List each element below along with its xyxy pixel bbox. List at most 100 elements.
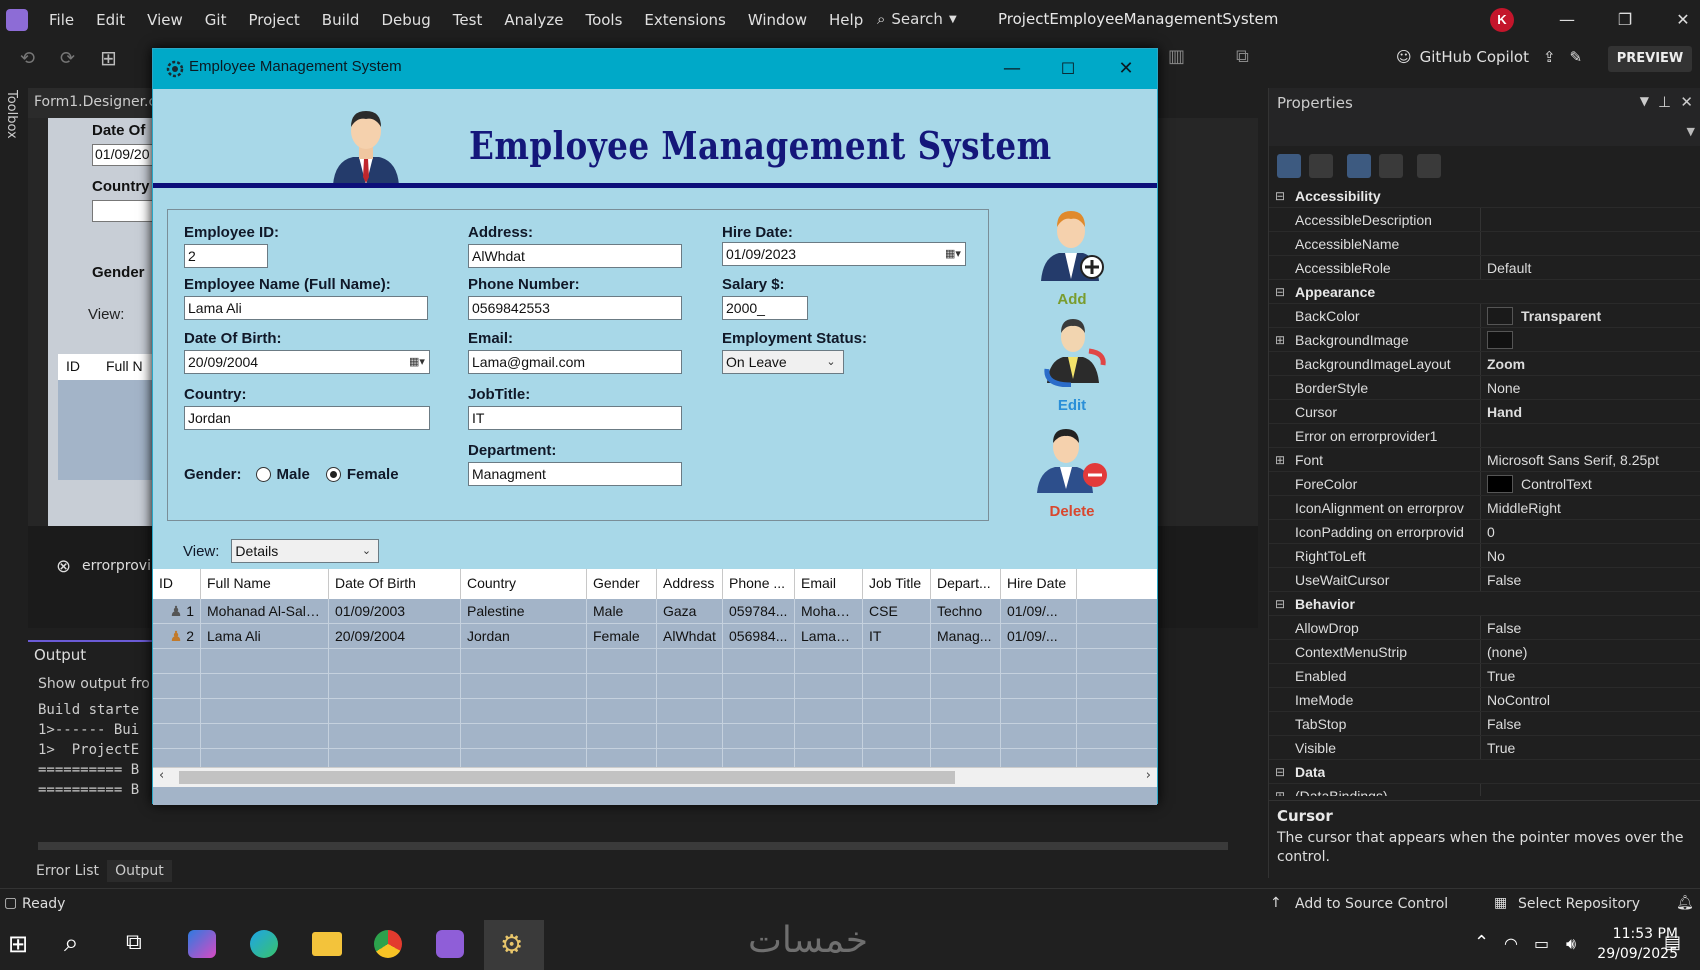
- property-value[interactable]: False: [1481, 616, 1700, 639]
- grid-cell[interactable]: 056984...: [723, 624, 795, 648]
- grid-column-header[interactable]: Phone ...: [723, 569, 795, 599]
- menu-help[interactable]: Help: [818, 0, 874, 40]
- toolbox-strip[interactable]: Toolbox: [0, 78, 24, 888]
- property-value[interactable]: Microsoft Sans Serif, 8.25pt: [1481, 448, 1700, 471]
- grid-cell[interactable]: [1001, 674, 1077, 698]
- property-pages-icon[interactable]: [1417, 154, 1441, 178]
- property-value[interactable]: Zoom: [1481, 352, 1700, 375]
- alphabetical-icon[interactable]: [1309, 154, 1333, 178]
- notification-center-icon[interactable]: ▤: [1664, 932, 1681, 953]
- expand-icon[interactable]: ⊞: [1269, 328, 1291, 351]
- grid-column-header[interactable]: Country: [461, 569, 587, 599]
- wifi-icon[interactable]: ◠: [1504, 934, 1518, 953]
- grid-cell[interactable]: Male: [587, 599, 657, 623]
- collapse-icon[interactable]: ⊟: [1269, 592, 1291, 615]
- grid-cell[interactable]: [201, 649, 329, 673]
- property-row[interactable]: BackColor Transparent: [1269, 304, 1700, 328]
- notifications-icon[interactable]: 🔔︎: [1676, 895, 1694, 911]
- menu-edit[interactable]: Edit: [85, 0, 136, 40]
- grid-cell[interactable]: [587, 724, 657, 748]
- job-title-input[interactable]: IT: [468, 406, 682, 430]
- grid-cell[interactable]: 01/09/...: [1001, 599, 1077, 623]
- copilot-button[interactable]: ☺ GitHub Copilot ⇪ ✎: [1396, 48, 1582, 66]
- property-value[interactable]: 0: [1481, 520, 1700, 543]
- app-taskbar-icon[interactable]: ⚙: [500, 930, 523, 960]
- grid-cell[interactable]: [1001, 699, 1077, 723]
- align-icon[interactable]: ⧉: [1236, 46, 1249, 67]
- grid-cell[interactable]: ♟ 1: [153, 599, 201, 623]
- app-close-button[interactable]: ✕: [1109, 57, 1143, 81]
- property-row[interactable]: AllowDrop False: [1269, 616, 1700, 640]
- panel-close-icon[interactable]: ✕: [1680, 93, 1693, 111]
- grid-cell[interactable]: Mohana...: [795, 599, 863, 623]
- property-row[interactable]: AccessibleDescription: [1269, 208, 1700, 232]
- grid-cell[interactable]: [461, 724, 587, 748]
- menu-tools[interactable]: Tools: [574, 0, 633, 40]
- grid-cell[interactable]: [657, 674, 723, 698]
- grid-cell[interactable]: [329, 724, 461, 748]
- grid-cell[interactable]: [329, 674, 461, 698]
- property-row[interactable]: ⊞ BackgroundImage: [1269, 328, 1700, 352]
- property-value[interactable]: [1481, 424, 1700, 447]
- empty-row[interactable]: [153, 724, 1157, 749]
- tray-chevron-icon[interactable]: ⌃: [1474, 932, 1489, 953]
- menu-debug[interactable]: Debug: [370, 0, 441, 40]
- empty-row[interactable]: [153, 699, 1157, 724]
- tab-error-list[interactable]: Error List: [28, 860, 107, 882]
- grid-cell[interactable]: [931, 699, 1001, 723]
- property-value[interactable]: False: [1481, 712, 1700, 735]
- gender-female-label[interactable]: Female: [347, 466, 399, 483]
- property-category[interactable]: ⊟ Accessibility: [1269, 184, 1700, 208]
- grid-cell[interactable]: Manag...: [931, 624, 1001, 648]
- property-row[interactable]: Error on errorprovider1: [1269, 424, 1700, 448]
- property-value[interactable]: Hand: [1481, 400, 1700, 423]
- phone-input[interactable]: 0569842553: [468, 296, 682, 320]
- grid-cell[interactable]: [201, 699, 329, 723]
- grid-cell[interactable]: [723, 699, 795, 723]
- grid-cell[interactable]: [587, 674, 657, 698]
- panel-dropdown-icon[interactable]: ▼: [1640, 94, 1649, 108]
- search-box[interactable]: ⌕ Search ▼: [877, 10, 957, 28]
- property-category[interactable]: ⊟ Behavior: [1269, 592, 1700, 616]
- menu-analyze[interactable]: Analyze: [493, 0, 574, 40]
- grid-cell[interactable]: [461, 649, 587, 673]
- file-explorer-icon[interactable]: [312, 932, 342, 956]
- property-row[interactable]: ContextMenuStrip (none): [1269, 640, 1700, 664]
- grid-column-header[interactable]: Hire Date: [1001, 569, 1077, 599]
- grid-cell[interactable]: [153, 674, 201, 698]
- email-input[interactable]: Lama@gmail.com: [468, 350, 682, 374]
- salary-input[interactable]: 2000_: [722, 296, 808, 320]
- grid-column-header[interactable]: Depart...: [931, 569, 1001, 599]
- property-row[interactable]: IconPadding on errorprovid 0: [1269, 520, 1700, 544]
- layout-icon[interactable]: ▥: [1168, 46, 1185, 67]
- grid-cell[interactable]: [723, 724, 795, 748]
- grid-cell[interactable]: 01/09/...: [1001, 624, 1077, 648]
- grid-cell[interactable]: [657, 724, 723, 748]
- grid-cell[interactable]: 01/09/2003: [329, 599, 461, 623]
- property-value[interactable]: [1481, 784, 1700, 796]
- error-provider-label[interactable]: errorprovi: [82, 558, 151, 574]
- property-value[interactable]: MiddleRight: [1481, 496, 1700, 519]
- property-row[interactable]: BorderStyle None: [1269, 376, 1700, 400]
- close-button[interactable]: ✕: [1668, 8, 1698, 32]
- expand-icon[interactable]: ⊞: [1269, 784, 1291, 796]
- empty-row[interactable]: [153, 649, 1157, 674]
- grid-cell[interactable]: [795, 724, 863, 748]
- maximize-button[interactable]: ❐: [1610, 8, 1640, 32]
- add-to-source-control[interactable]: Add to Source Control: [1295, 896, 1448, 912]
- grid-cell[interactable]: [723, 674, 795, 698]
- employee-grid[interactable]: ID Full Name Date Of Birth Country Gender Add…: [153, 569, 1157, 805]
- menu-view[interactable]: View: [136, 0, 194, 40]
- grid-cell[interactable]: [461, 674, 587, 698]
- property-value[interactable]: [1481, 208, 1700, 231]
- grid-column-header[interactable]: Gender: [587, 569, 657, 599]
- grid-cell[interactable]: [931, 724, 1001, 748]
- grid-cell[interactable]: [657, 649, 723, 673]
- app-title-bar[interactable]: Employee Management System — ☐ ✕: [153, 49, 1157, 89]
- visual-studio-taskbar-icon[interactable]: [436, 930, 464, 958]
- property-value[interactable]: (none): [1481, 640, 1700, 663]
- property-value[interactable]: ControlText: [1481, 472, 1700, 495]
- property-value[interactable]: Transparent: [1481, 304, 1700, 327]
- grid-cell[interactable]: [329, 699, 461, 723]
- start-icon[interactable]: ⊞: [8, 930, 28, 958]
